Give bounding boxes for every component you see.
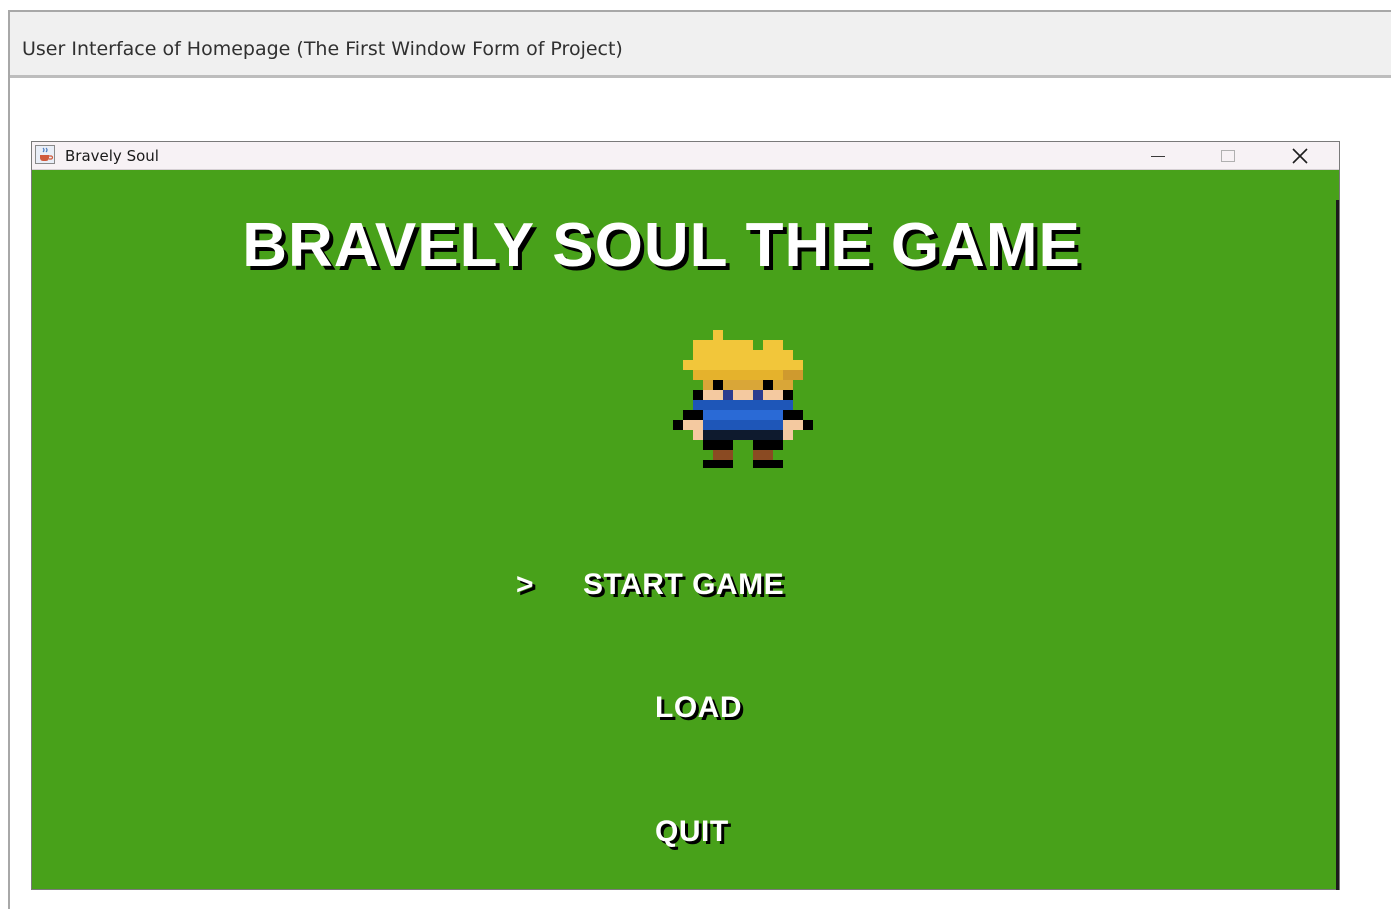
window-title: Bravely Soul xyxy=(65,147,159,165)
window-titlebar[interactable]: Bravely Soul xyxy=(32,142,1339,170)
minimize-icon xyxy=(1151,155,1165,157)
maximize-icon xyxy=(1221,149,1235,162)
game-title: BRAVELY SOUL THE GAME xyxy=(242,211,1081,280)
maximize-button[interactable] xyxy=(1198,142,1258,169)
app-window: Bravely Soul BRAVELY SOUL THE GAME > STA… xyxy=(31,141,1340,890)
close-button[interactable] xyxy=(1270,142,1330,169)
hero-sprite xyxy=(673,330,819,472)
quit-button[interactable]: QUIT xyxy=(655,815,729,849)
close-icon xyxy=(1292,147,1308,164)
java-cup-icon xyxy=(35,145,55,164)
minimize-button[interactable] xyxy=(1128,142,1188,169)
caption-bar: User Interface of Homepage (The First Wi… xyxy=(10,12,1391,78)
window-edge-shadow xyxy=(1336,200,1339,890)
load-button[interactable]: LOAD xyxy=(655,691,742,725)
game-canvas[interactable]: BRAVELY SOUL THE GAME > START GAME LOAD … xyxy=(32,170,1339,889)
start-game-button[interactable]: START GAME xyxy=(583,568,784,602)
figure-caption: User Interface of Homepage (The First Wi… xyxy=(22,38,623,60)
menu-cursor: > xyxy=(516,568,535,601)
